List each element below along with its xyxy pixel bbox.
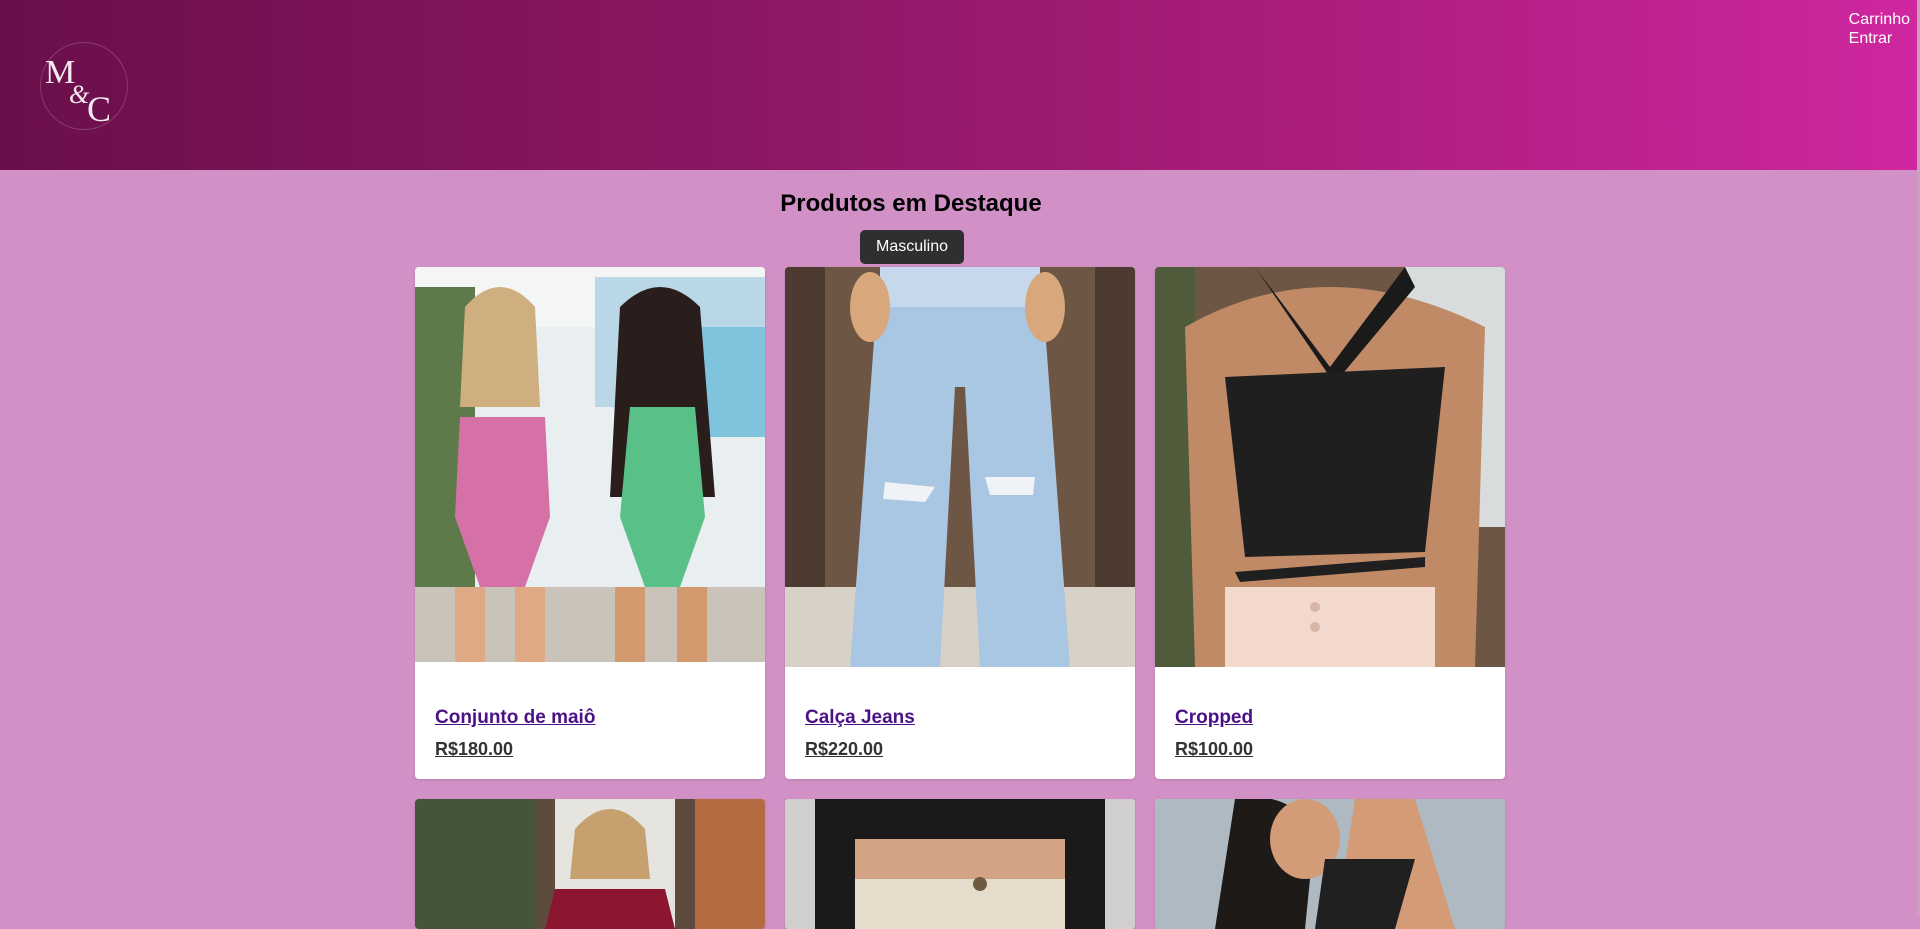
product-name[interactable]: Cropped xyxy=(1175,707,1253,729)
product-name[interactable]: Conjunto de maiô xyxy=(435,707,595,729)
product-image[interactable] xyxy=(415,799,765,929)
product-image[interactable] xyxy=(785,799,1135,929)
cart-link[interactable]: Carrinho xyxy=(1849,10,1910,29)
product-price: R$100.00 xyxy=(1175,739,1254,759)
login-link[interactable]: Entrar xyxy=(1849,29,1893,48)
product-price: R$220.00 xyxy=(805,739,884,759)
logo-monogram-icon: M & C xyxy=(45,54,111,129)
product-price: R$180.00 xyxy=(435,739,514,759)
product-card[interactable]: Cropped R$100.00 xyxy=(1155,267,1505,779)
header-nav: Carrinho Entrar xyxy=(1849,10,1910,48)
product-name[interactable]: Calça Jeans xyxy=(805,707,915,729)
product-card[interactable]: Conjunto de maiô R$180.00 xyxy=(415,267,765,779)
product-image[interactable] xyxy=(415,267,765,662)
page-title: Produtos em Destaque xyxy=(780,190,1042,217)
product-card[interactable] xyxy=(785,799,1135,929)
product-image[interactable] xyxy=(1155,267,1505,667)
site-header: M & C Carrinho Entrar xyxy=(0,0,1920,170)
product-card[interactable]: Calça Jeans R$220.00 xyxy=(785,267,1135,779)
logo[interactable]: M & C xyxy=(40,42,128,130)
product-card[interactable] xyxy=(415,799,765,929)
filter-masculino-button[interactable]: Masculino xyxy=(860,230,964,264)
product-image[interactable] xyxy=(785,267,1135,667)
product-image[interactable] xyxy=(1155,799,1505,929)
product-card[interactable] xyxy=(1155,799,1505,929)
svg-text:C: C xyxy=(87,89,111,129)
